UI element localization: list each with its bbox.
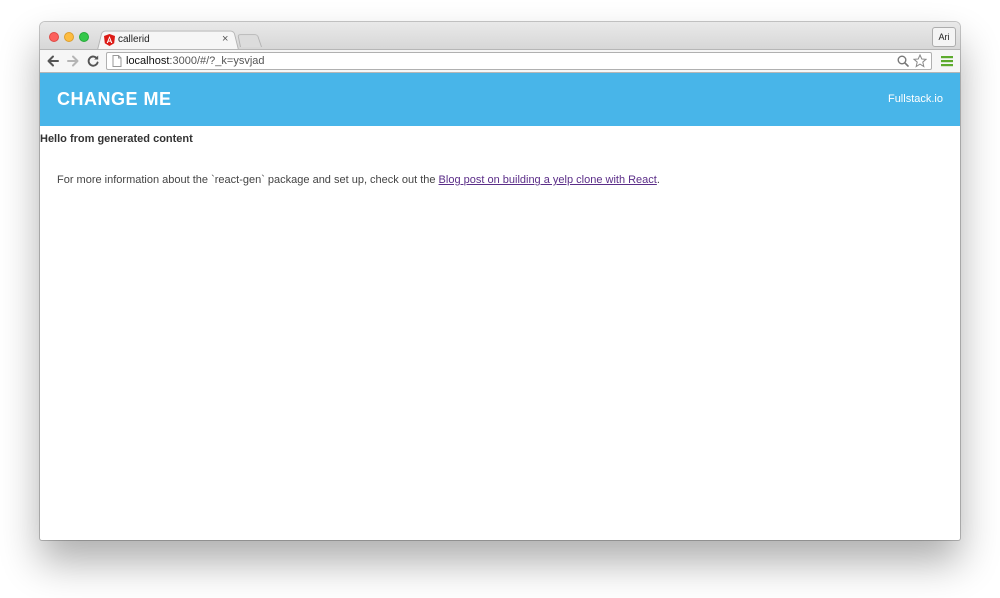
close-window-button[interactable] (49, 32, 59, 42)
brand-title[interactable]: CHANGE ME (57, 89, 172, 110)
page-heading: Hello from generated content (40, 133, 193, 145)
profile-button[interactable]: Ari (932, 27, 956, 47)
zoom-icon[interactable] (897, 55, 909, 67)
browser-window: callerid × Ari localhost:3000/#/?_k=ysvj… (40, 22, 960, 540)
info-paragraph: For more information about the `react-ge… (57, 174, 660, 186)
minimize-window-button[interactable] (64, 32, 74, 42)
url-path: :3000/#/?_k=ysvjad (169, 55, 265, 67)
zoom-window-button[interactable] (79, 32, 89, 42)
page-icon (112, 55, 122, 67)
tab-close-icon[interactable]: × (222, 33, 228, 45)
back-icon[interactable] (46, 54, 60, 68)
angular-icon (104, 34, 115, 46)
star-icon[interactable] (913, 54, 927, 68)
app-header: CHANGE ME Fullstack.io (40, 73, 960, 126)
forward-icon[interactable] (66, 54, 80, 68)
address-bar[interactable]: localhost:3000/#/?_k=ysvjad (106, 52, 932, 70)
url-text[interactable]: localhost:3000/#/?_k=ysvjad (126, 55, 265, 67)
blog-post-link[interactable]: Blog post on building a yelp clone with … (439, 174, 657, 186)
info-prefix: For more information about the `react-ge… (57, 174, 439, 186)
info-suffix: . (656, 174, 660, 186)
fullstack-link[interactable]: Fullstack.io (888, 93, 943, 105)
new-tab-button[interactable] (237, 34, 262, 47)
menu-icon[interactable] (941, 55, 953, 67)
url-host: localhost (126, 55, 170, 67)
reload-icon[interactable] (86, 54, 100, 68)
tab-bar: callerid × Ari (40, 22, 960, 50)
tab-title: callerid (118, 34, 150, 45)
browser-tab[interactable]: callerid × (104, 31, 234, 49)
browser-toolbar: localhost:3000/#/?_k=ysvjad (40, 49, 960, 73)
